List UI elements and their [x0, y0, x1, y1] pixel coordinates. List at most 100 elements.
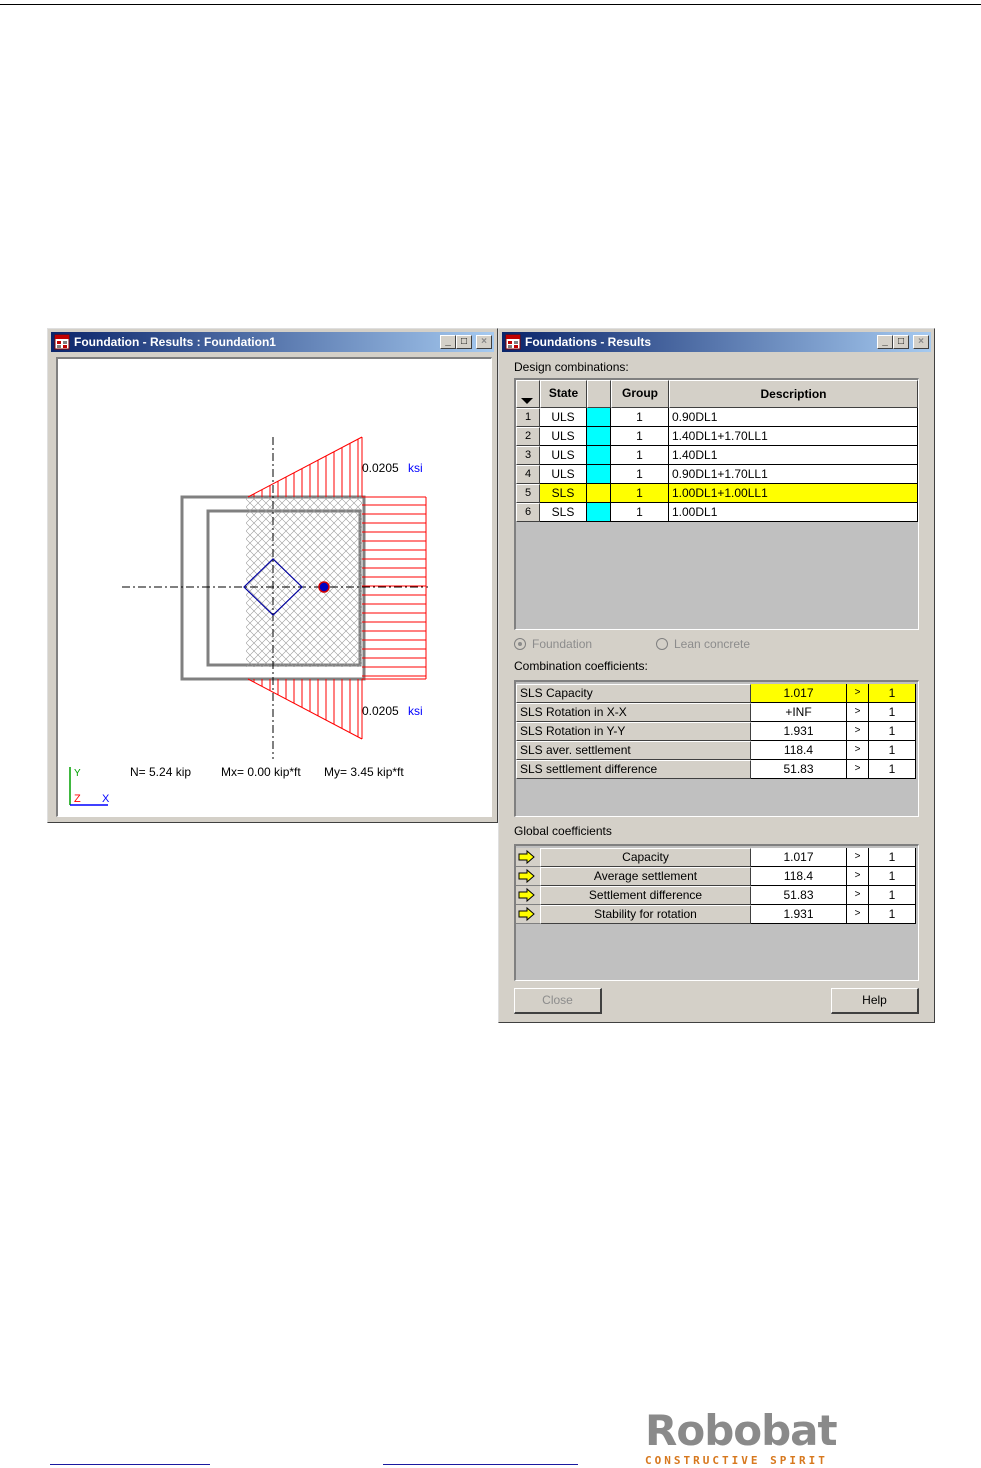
arrow-right-icon: [518, 906, 535, 922]
coefficient-operator: >: [847, 722, 869, 741]
close-window-button[interactable]: ×: [913, 335, 929, 349]
global-coefficient-limit: 1: [869, 905, 916, 924]
global-coefficient-operator: >: [847, 867, 869, 886]
global-coefficient-value: 118.4: [751, 867, 847, 886]
coefficient-operator: >: [847, 684, 869, 703]
column-header-state[interactable]: State: [540, 380, 587, 408]
design-combinations-table[interactable]: State Group Description 1 ULS 1 0.90DL1 2 ULS…: [514, 378, 919, 630]
row-color-swatch: [587, 503, 611, 522]
footer-link-underline[interactable]: [50, 1464, 210, 1465]
app-icon: [54, 334, 70, 350]
row-state: ULS: [540, 427, 587, 446]
coefficient-name[interactable]: SLS settlement difference: [516, 760, 751, 779]
coefficient-name[interactable]: SLS aver. settlement: [516, 741, 751, 760]
row-number[interactable]: 1: [516, 408, 540, 427]
combination-coefficients-table[interactable]: SLS Capacity 1.017 >1 SLS Rotation in X-X +I…: [514, 680, 919, 817]
moment-y-value: My= 3.45 kip*ft: [324, 765, 404, 779]
lean-concrete-radio[interactable]: [656, 638, 668, 650]
row-description: 1.00DL1+1.00LL1: [669, 484, 918, 503]
row-pointer: [516, 848, 540, 867]
global-coefficient-value: 1.931: [751, 905, 847, 924]
help-button[interactable]: Help: [831, 988, 919, 1014]
coefficient-value: +INF: [751, 703, 847, 722]
row-description: 1.00DL1: [669, 503, 918, 522]
axial-force-value: N= 5.24 kip: [130, 765, 191, 779]
minimize-button[interactable]: _: [440, 335, 456, 349]
design-combinations-label: Design combinations:: [514, 360, 629, 374]
coefficient-name[interactable]: SLS Rotation in Y-Y: [516, 722, 751, 741]
footer-link-underline[interactable]: [383, 1464, 578, 1465]
stress-bottom-value: 0.0205: [362, 704, 399, 718]
maximize-button[interactable]: □: [893, 335, 909, 349]
row-state: ULS: [540, 446, 587, 465]
coefficient-limit: 1: [869, 722, 916, 741]
minimize-button[interactable]: _: [877, 335, 893, 349]
global-coefficient-name[interactable]: Stability for rotation: [540, 905, 751, 924]
axis-y-label: Y: [74, 768, 81, 779]
row-group: 1: [611, 465, 669, 484]
dialog-title: Foundations - Results: [525, 335, 651, 349]
row-group: 1: [611, 408, 669, 427]
coefficient-limit: 1: [869, 703, 916, 722]
row-color-swatch: [587, 408, 611, 427]
foundation-results-view-window[interactable]: Foundation - Results : Foundation1 _ □ ×: [47, 328, 498, 823]
row-state: ULS: [540, 465, 587, 484]
coefficient-limit: 1: [869, 760, 916, 779]
global-coefficient-value: 51.83: [751, 886, 847, 905]
global-coefficient-operator: >: [847, 886, 869, 905]
column-header-description[interactable]: Description: [669, 380, 918, 408]
row-color-swatch: [587, 484, 611, 503]
global-coefficient-limit: 1: [869, 886, 916, 905]
contact-zone-hatch: [246, 497, 362, 667]
foundation-radio-label: Foundation: [532, 637, 593, 651]
axis-x-label: X: [102, 793, 110, 805]
close-window-button[interactable]: ×: [476, 335, 492, 349]
column-header-group[interactable]: Group: [611, 380, 669, 408]
sort-down-icon: [521, 398, 533, 404]
coefficient-operator: >: [847, 760, 869, 779]
axis-z-label: Z: [74, 793, 81, 805]
row-state: SLS: [540, 484, 587, 503]
row-number[interactable]: 5: [516, 484, 540, 503]
global-coefficients-label: Global coefficients: [514, 824, 612, 838]
global-coefficient-name[interactable]: Average settlement: [540, 867, 751, 886]
row-color-swatch: [587, 427, 611, 446]
radio-selected-dot: [518, 642, 522, 646]
coefficient-name[interactable]: SLS Rotation in X-X: [516, 703, 751, 722]
load-point: [318, 581, 330, 593]
page-top-rule: [0, 4, 981, 5]
moment-x-value: Mx= 0.00 kip*ft: [221, 765, 301, 779]
row-state: SLS: [540, 503, 587, 522]
column-header-color[interactable]: [587, 380, 611, 408]
row-number[interactable]: 3: [516, 446, 540, 465]
foundations-results-dialog[interactable]: Foundations - Results _ □ × Design combi…: [498, 328, 935, 1023]
global-coefficient-value: 1.017: [751, 848, 847, 867]
row-color-swatch: [587, 465, 611, 484]
row-description: 1.40DL1: [669, 446, 918, 465]
foundation-drawing-canvas[interactable]: 0.0205 ksi 0.0205 ksi Y Z X N= 5.24 kip …: [56, 357, 492, 817]
global-coefficients-table[interactable]: Capacity 1.017 >1 Average settlement 118.4 >1…: [514, 844, 919, 981]
robobat-logo: Robobat CONSTRUCTIVE SPIRIT: [645, 1406, 838, 1468]
coefficient-value: 1.017: [751, 684, 847, 703]
maximize-button[interactable]: □: [456, 335, 472, 349]
coefficient-name[interactable]: SLS Capacity: [516, 684, 751, 703]
row-group: 1: [611, 446, 669, 465]
global-coefficient-name[interactable]: Capacity: [540, 848, 751, 867]
logo-text: Robobat: [645, 1406, 838, 1455]
coefficient-limit: 1: [869, 684, 916, 703]
title-bar[interactable]: Foundations - Results _ □ ×: [502, 332, 931, 352]
row-number[interactable]: 2: [516, 427, 540, 446]
row-number[interactable]: 4: [516, 465, 540, 484]
logo-tagline: CONSTRUCTIVE SPIRIT: [645, 1454, 828, 1467]
title-bar[interactable]: Foundation - Results : Foundation1 _ □ ×: [51, 332, 494, 352]
global-coefficient-limit: 1: [869, 867, 916, 886]
coefficient-value: 118.4: [751, 741, 847, 760]
arrow-right-icon: [518, 868, 535, 884]
row-number[interactable]: 6: [516, 503, 540, 522]
foundation-radio[interactable]: [514, 638, 526, 650]
row-description: 0.90DL1+1.70LL1: [669, 465, 918, 484]
window-title: Foundation - Results : Foundation1: [74, 335, 276, 349]
global-coefficient-name[interactable]: Settlement difference: [540, 886, 751, 905]
close-button[interactable]: Close: [514, 988, 602, 1014]
sort-header[interactable]: [516, 380, 540, 408]
